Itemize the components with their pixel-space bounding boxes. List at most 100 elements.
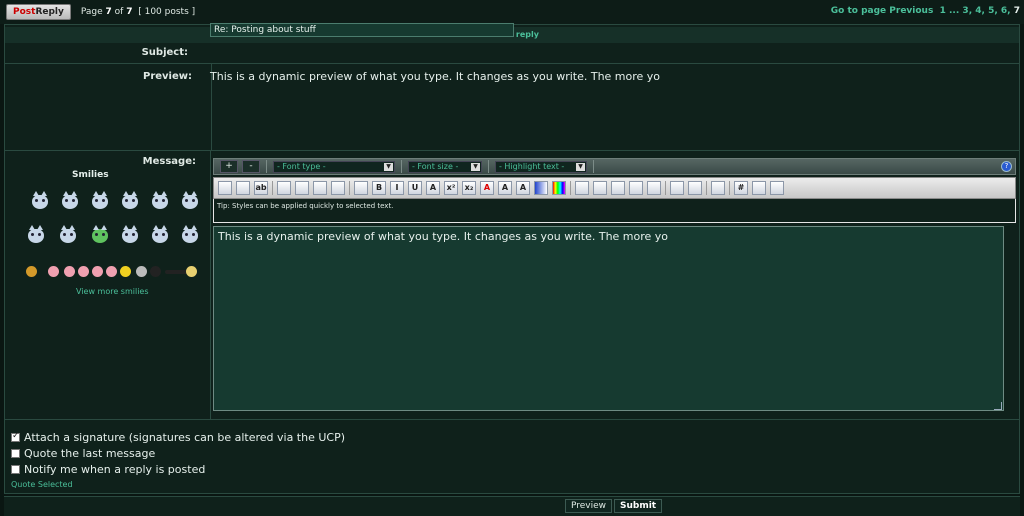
resize-handle[interactable] — [994, 402, 1002, 410]
flash-icon[interactable] — [670, 181, 684, 195]
subscript-icon[interactable]: x₂ — [462, 181, 476, 195]
numbered-list-icon[interactable] — [295, 181, 309, 195]
submit-button[interactable]: Submit — [614, 499, 663, 513]
mini-smiley-icon[interactable] — [64, 266, 75, 277]
underline-icon[interactable]: U — [408, 181, 422, 195]
notify-checkbox[interactable] — [11, 465, 20, 474]
cat-smiley-icon[interactable] — [60, 191, 80, 212]
cat-eye-shape — [102, 233, 105, 236]
page-of: of — [111, 7, 127, 17]
view-more-smilies-link[interactable]: View more smilies — [76, 287, 149, 296]
cat-smiley-icon[interactable] — [120, 225, 140, 246]
page-link-6[interactable]: 6 — [1001, 6, 1007, 16]
mini-smiley-icon[interactable] — [106, 266, 117, 277]
increase-size-button[interactable]: + — [220, 160, 238, 173]
decrease-size-button[interactable]: - — [242, 160, 260, 173]
cat-eye-shape — [155, 199, 158, 202]
horizontal-rule-icon[interactable] — [354, 181, 368, 195]
text-shadow-icon[interactable]: A — [516, 181, 530, 195]
cat-smiley-icon[interactable] — [150, 225, 170, 246]
quote-last-checkbox[interactable] — [11, 449, 20, 458]
post-reply-label-1: Post — [13, 7, 36, 17]
cat-smiley-icon[interactable] — [58, 225, 78, 246]
page-link-3[interactable]: 3 — [962, 6, 968, 16]
cat-smiley-icon[interactable] — [30, 191, 50, 212]
list-item-icon[interactable] — [313, 181, 327, 195]
quote-selected-link[interactable]: Quote Selected — [11, 480, 73, 489]
font-size-select[interactable]: - Font size - ▼ — [408, 160, 482, 173]
cat-smiley-icon[interactable] — [26, 225, 46, 246]
cat-face-shape — [182, 225, 198, 243]
link-icon[interactable] — [752, 181, 766, 195]
font-type-value: - Font type - — [277, 161, 326, 171]
mini-smiley-icon[interactable] — [120, 266, 131, 277]
mini-smiley-icon[interactable] — [92, 266, 103, 277]
gradient-icon[interactable] — [534, 181, 548, 195]
cat-smiley-icon[interactable] — [180, 191, 200, 212]
cat-smiley-icon[interactable] — [180, 225, 200, 246]
cat-smiley-icon[interactable] — [120, 191, 140, 212]
email-icon[interactable] — [770, 181, 784, 195]
cat-eye-shape — [132, 233, 135, 236]
mini-smiley-icon[interactable] — [78, 266, 89, 277]
subject-input[interactable]: Re: Posting about stuff — [210, 23, 514, 37]
strikethrough-icon[interactable]: A — [426, 181, 440, 195]
toolbar-separator — [349, 181, 350, 195]
mini-smiley-icon[interactable] — [150, 266, 161, 277]
superscript-icon[interactable]: x² — [444, 181, 458, 195]
message-textarea[interactable] — [213, 226, 1004, 411]
attach-signature-checkbox[interactable] — [11, 431, 20, 442]
cat-smiley-icon[interactable] — [150, 191, 170, 212]
italic-icon[interactable]: I — [390, 181, 404, 195]
highlight-value: - Highlight text - — [499, 161, 565, 171]
mini-smiley-icon[interactable] — [136, 266, 147, 277]
post-reply-button[interactable]: Post Reply — [6, 4, 71, 20]
align-left-icon[interactable] — [593, 181, 607, 195]
help-icon[interactable]: ? — [1001, 161, 1012, 172]
page-link-1[interactable]: 1 — [940, 6, 946, 16]
highlight-select[interactable]: - Highlight text - ▼ — [495, 160, 587, 173]
cat-eye-shape — [155, 233, 158, 236]
cat-eye-shape — [185, 199, 188, 202]
spellcheck-icon[interactable]: ab — [254, 181, 268, 195]
page-info: Page 7 of 7 [ 100 posts ] — [81, 7, 195, 17]
previous-link[interactable]: Previous — [889, 6, 933, 16]
cat-eye-shape — [192, 233, 195, 236]
image-icon[interactable] — [688, 181, 702, 195]
align-center-icon[interactable] — [611, 181, 625, 195]
quote-last-option[interactable]: Quote the last message — [11, 447, 155, 460]
attach-signature-option[interactable]: Attach a signature (signatures can be al… — [11, 431, 345, 444]
message-label: Message: — [142, 156, 196, 167]
cat-face-shape — [92, 225, 108, 243]
cat-face-shape — [182, 191, 198, 209]
indent-icon[interactable] — [647, 181, 661, 195]
rainbow-icon[interactable] — [552, 181, 566, 195]
page-link-5[interactable]: 5 — [988, 6, 994, 16]
copy-icon[interactable] — [218, 181, 232, 195]
preview-button[interactable]: Preview — [565, 499, 613, 513]
toolbar-separator — [570, 181, 571, 195]
mini-smiley-icon[interactable] — [26, 266, 37, 277]
quote-icon[interactable] — [331, 181, 345, 195]
cat-smiley-icon[interactable] — [90, 191, 110, 212]
align-justify-icon[interactable] — [575, 181, 589, 195]
bold-icon[interactable]: B — [372, 181, 386, 195]
font-type-select[interactable]: - Font type - ▼ — [273, 160, 395, 173]
cat-eye-shape — [38, 233, 41, 236]
cat-smiley-icon[interactable] — [90, 225, 110, 246]
paste-icon[interactable] — [236, 181, 250, 195]
chevron-down-icon: ▼ — [576, 162, 585, 171]
align-right-icon[interactable] — [629, 181, 643, 195]
page-link-4[interactable]: 4 — [975, 6, 981, 16]
cat-eye-shape — [65, 199, 68, 202]
font-color-icon[interactable]: A — [480, 181, 494, 195]
notify-option[interactable]: Notify me when a reply is posted — [11, 463, 205, 476]
mini-smiley-icon[interactable] — [186, 266, 197, 277]
bulleted-list-icon[interactable] — [277, 181, 291, 195]
code-icon[interactable]: # — [734, 181, 748, 195]
table-icon[interactable] — [711, 181, 725, 195]
cat-face-shape — [152, 191, 168, 209]
font-size-value: - Font size - — [412, 161, 459, 171]
mini-smiley-icon[interactable] — [48, 266, 59, 277]
font-highlight-icon[interactable]: A — [498, 181, 512, 195]
